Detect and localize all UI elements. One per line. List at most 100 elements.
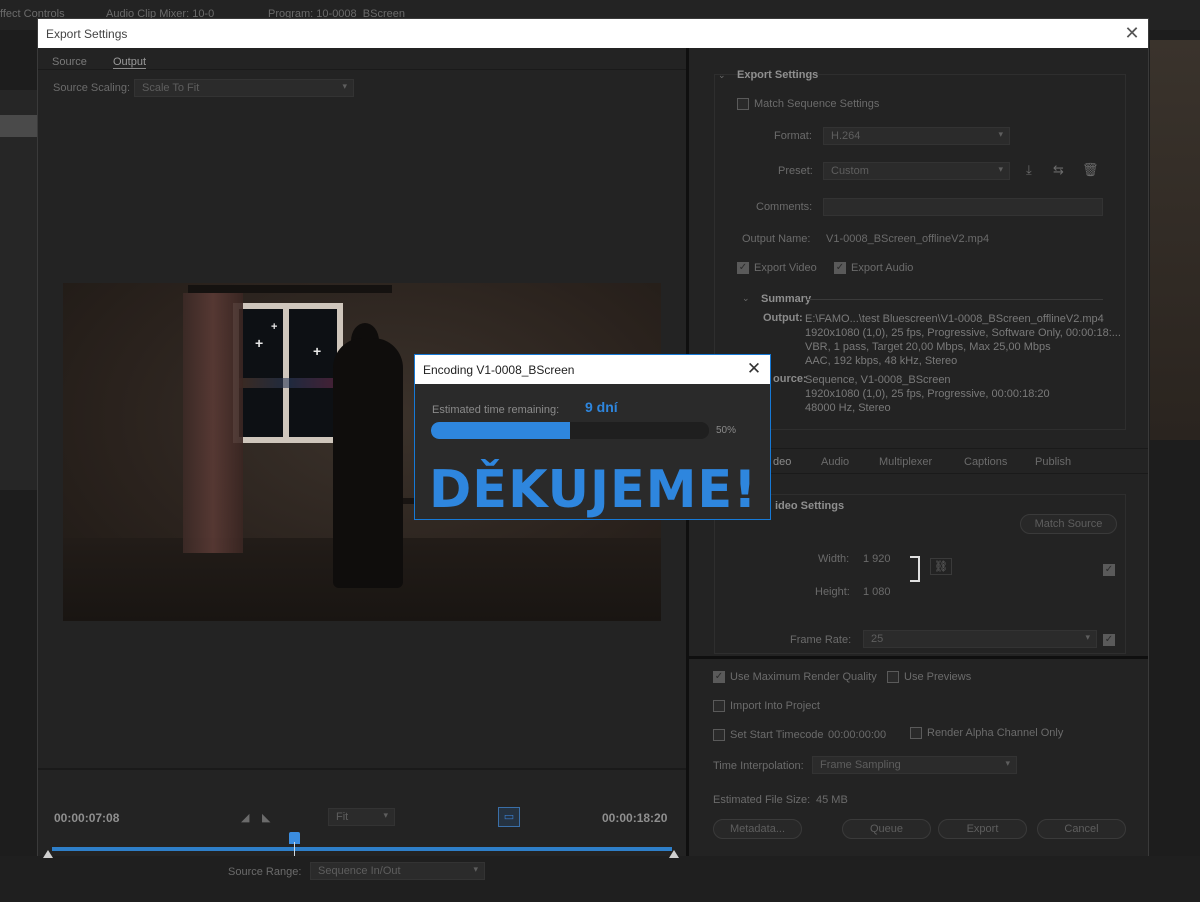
background-timeline: [0, 856, 1200, 902]
save-preset-icon[interactable]: ⤓: [1026, 162, 1032, 178]
export-video-label: Export Video: [754, 262, 817, 274]
aspect-toggle-icon[interactable]: ▭: [498, 807, 520, 827]
tab-multiplexer[interactable]: Multiplexer: [879, 456, 932, 468]
unlink-icon[interactable]: ⛓: [930, 558, 952, 575]
frame-rate-select[interactable]: 25 ▾: [863, 630, 1097, 648]
export-button[interactable]: Export: [938, 819, 1027, 839]
render-options: ✓ Use Maximum Render Quality Use Preview…: [689, 656, 1148, 856]
match-sequence-label: Match Sequence Settings: [754, 98, 880, 110]
preview-timeline: 00:00:07:08 ◢ ◣ Fit ▾ ▭ 00:00:18:20 Sour…: [38, 768, 686, 880]
tab-video[interactable]: deo: [773, 456, 791, 468]
output-name-label: Output Name:: [742, 233, 811, 245]
estimated-time-value: 9 dní: [585, 399, 618, 415]
preset-label: Preset:: [778, 165, 813, 177]
aspect-link-bracket: [910, 556, 920, 582]
zoom-fit-select[interactable]: Fit ▾: [328, 808, 395, 826]
file-size-label: Estimated File Size:: [713, 794, 811, 806]
queue-button[interactable]: Queue: [842, 819, 931, 839]
comments-input[interactable]: [823, 198, 1103, 216]
summary-title: Summary: [761, 293, 812, 305]
import-project-checkbox[interactable]: [713, 700, 725, 712]
source-scaling-label: Source Scaling:: [53, 82, 131, 94]
summary-output-line: 1920x1080 (1,0), 25 fps, Progressive, So…: [805, 327, 1121, 339]
format-label: Format:: [774, 130, 812, 142]
height-value[interactable]: 1 080: [863, 586, 891, 598]
zoom-fit-value: Fit: [336, 811, 349, 823]
chevron-down-icon[interactable]: ⌄: [718, 70, 726, 81]
start-timecode-value[interactable]: 00:00:00:00: [828, 729, 886, 741]
encoding-dialog: Encoding V1-0008_BScreen ✕ Estimated tim…: [414, 354, 771, 520]
start-timecode-label: Set Start Timecode: [730, 729, 824, 741]
close-icon[interactable]: ✕: [744, 358, 764, 380]
width-label: Width:: [818, 553, 850, 565]
start-timecode-checkbox[interactable]: [713, 729, 725, 741]
source-range-label: Source Range:: [228, 866, 302, 878]
format-value: H.264: [831, 130, 861, 142]
delete-preset-icon[interactable]: 🗑: [1082, 162, 1099, 178]
timecode-duration: 00:00:18:20: [602, 811, 668, 825]
background-left-selected-row: [0, 115, 37, 137]
output-name-link[interactable]: V1-0008_BScreen_offlineV2.mp4: [826, 233, 989, 245]
timecode-current[interactable]: 00:00:07:08: [54, 811, 119, 825]
estimated-time-label: Estimated time remaining:: [432, 404, 560, 416]
chevron-down-icon: ▾: [998, 164, 1003, 174]
chevron-down-icon[interactable]: ⌄: [742, 293, 750, 304]
comments-label: Comments:: [756, 201, 813, 213]
use-previews-checkbox[interactable]: [887, 671, 899, 683]
import-project-label: Import Into Project: [730, 700, 820, 712]
preset-select[interactable]: Custom ▾: [823, 162, 1010, 180]
alpha-only-label: Render Alpha Channel Only: [927, 727, 1064, 739]
metadata-button[interactable]: Metadata...: [713, 819, 802, 839]
encoding-progress-fill: [431, 422, 570, 439]
tracking-marker-icon: +: [271, 321, 278, 333]
chevron-down-icon: ▾: [342, 81, 347, 91]
background-left-panel: [0, 90, 37, 490]
frame-rate-override-checkbox[interactable]: ✓: [1103, 634, 1115, 646]
window-title: Export Settings: [38, 19, 1148, 48]
window-close-icon[interactable]: ✕: [1122, 22, 1142, 44]
format-select[interactable]: H.264 ▾: [823, 127, 1010, 145]
export-audio-checkbox[interactable]: ✓: [834, 262, 846, 274]
in-point-marker[interactable]: [43, 850, 53, 858]
frame-rate-label: Frame Rate:: [790, 634, 852, 646]
preview-tabs: Source Output: [38, 48, 686, 70]
tab-source[interactable]: Source: [52, 56, 87, 68]
tab-audio[interactable]: Audio: [821, 456, 849, 468]
export-settings-title: Export Settings: [737, 69, 819, 81]
video-settings-title: ideo Settings: [775, 500, 845, 512]
source-range-value: Sequence In/Out: [318, 865, 401, 877]
match-source-button[interactable]: Match Source: [1020, 514, 1117, 534]
out-point-marker[interactable]: [669, 850, 679, 858]
mark-in-icon[interactable]: ◢: [241, 811, 249, 824]
chevron-down-icon: ▾: [998, 129, 1003, 139]
mark-out-icon[interactable]: ◣: [262, 811, 270, 824]
file-size-value: 45 MB: [816, 794, 848, 806]
source-range-select[interactable]: Sequence In/Out ▾: [310, 862, 485, 880]
timeline-bar[interactable]: [52, 847, 672, 851]
overlay-thanks-text: DĚKUJEME!: [429, 460, 758, 520]
time-interpolation-label: Time Interpolation:: [713, 760, 804, 772]
export-audio-label: Export Audio: [851, 262, 914, 274]
encoding-dialog-title: Encoding V1-0008_BScreen: [415, 355, 770, 384]
max-quality-label: Use Maximum Render Quality: [730, 671, 877, 683]
height-label: Height:: [815, 586, 850, 598]
alpha-only-checkbox[interactable]: [910, 727, 922, 739]
match-sequence-checkbox[interactable]: [737, 98, 749, 110]
width-value[interactable]: 1 920: [863, 553, 891, 565]
encoding-progress-bar: [431, 422, 709, 439]
summary-source-line: 48000 Hz, Stereo: [805, 402, 891, 414]
width-override-checkbox[interactable]: ✓: [1103, 564, 1115, 576]
use-previews-label: Use Previews: [904, 671, 972, 683]
time-interpolation-value: Frame Sampling: [820, 759, 901, 771]
cancel-button[interactable]: Cancel: [1037, 819, 1126, 839]
tab-publish[interactable]: Publish: [1035, 456, 1071, 468]
time-interpolation-select[interactable]: Frame Sampling ▾: [812, 756, 1017, 774]
export-video-checkbox[interactable]: ✓: [737, 262, 749, 274]
tab-captions[interactable]: Captions: [964, 456, 1007, 468]
import-preset-icon[interactable]: ⇆: [1053, 162, 1064, 178]
summary-source-label: ource:: [773, 373, 807, 385]
tab-output[interactable]: Output: [113, 56, 147, 69]
summary-output-line: E:\FAMO...\test Bluescreen\V1-0008_BScre…: [805, 313, 1104, 325]
source-scaling-select[interactable]: Scale To Fit ▾: [134, 79, 354, 97]
max-quality-checkbox[interactable]: ✓: [713, 671, 725, 683]
